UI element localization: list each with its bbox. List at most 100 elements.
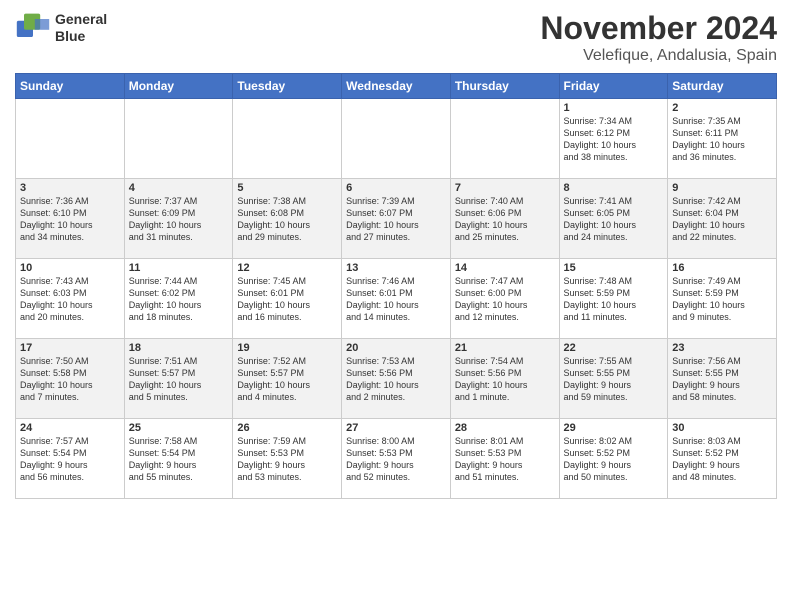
- day-number: 19: [237, 342, 337, 354]
- title-block: November 2024 Velefique, Andalusia, Spai…: [540, 10, 777, 65]
- day-info: Sunrise: 7:57 AM Sunset: 5:54 PM Dayligh…: [20, 435, 120, 484]
- day-number: 14: [455, 262, 555, 274]
- logo-line2: Blue: [55, 28, 107, 45]
- day-info: Sunrise: 7:35 AM Sunset: 6:11 PM Dayligh…: [672, 115, 772, 164]
- day-info: Sunrise: 7:40 AM Sunset: 6:06 PM Dayligh…: [455, 195, 555, 244]
- day-info: Sunrise: 7:46 AM Sunset: 6:01 PM Dayligh…: [346, 275, 446, 324]
- day-info: Sunrise: 7:44 AM Sunset: 6:02 PM Dayligh…: [129, 275, 229, 324]
- table-row: 1Sunrise: 7:34 AM Sunset: 6:12 PM Daylig…: [559, 99, 668, 179]
- day-number: 6: [346, 182, 446, 194]
- table-row: 29Sunrise: 8:02 AM Sunset: 5:52 PM Dayli…: [559, 419, 668, 499]
- table-row: 23Sunrise: 7:56 AM Sunset: 5:55 PM Dayli…: [668, 339, 777, 419]
- day-info: Sunrise: 7:58 AM Sunset: 5:54 PM Dayligh…: [129, 435, 229, 484]
- day-info: Sunrise: 7:37 AM Sunset: 6:09 PM Dayligh…: [129, 195, 229, 244]
- col-friday: Friday: [559, 74, 668, 99]
- day-number: 29: [564, 422, 664, 434]
- day-info: Sunrise: 8:03 AM Sunset: 5:52 PM Dayligh…: [672, 435, 772, 484]
- day-info: Sunrise: 7:36 AM Sunset: 6:10 PM Dayligh…: [20, 195, 120, 244]
- day-number: 28: [455, 422, 555, 434]
- day-number: 13: [346, 262, 446, 274]
- col-saturday: Saturday: [668, 74, 777, 99]
- day-number: 5: [237, 182, 337, 194]
- col-wednesday: Wednesday: [342, 74, 451, 99]
- calendar-week-2: 10Sunrise: 7:43 AM Sunset: 6:03 PM Dayli…: [16, 259, 777, 339]
- day-info: Sunrise: 7:55 AM Sunset: 5:55 PM Dayligh…: [564, 355, 664, 404]
- table-row: 12Sunrise: 7:45 AM Sunset: 6:01 PM Dayli…: [233, 259, 342, 339]
- table-row: 24Sunrise: 7:57 AM Sunset: 5:54 PM Dayli…: [16, 419, 125, 499]
- table-row: 5Sunrise: 7:38 AM Sunset: 6:08 PM Daylig…: [233, 179, 342, 259]
- day-info: Sunrise: 7:41 AM Sunset: 6:05 PM Dayligh…: [564, 195, 664, 244]
- day-info: Sunrise: 7:49 AM Sunset: 5:59 PM Dayligh…: [672, 275, 772, 324]
- calendar-week-0: 1Sunrise: 7:34 AM Sunset: 6:12 PM Daylig…: [16, 99, 777, 179]
- col-sunday: Sunday: [16, 74, 125, 99]
- day-info: Sunrise: 7:56 AM Sunset: 5:55 PM Dayligh…: [672, 355, 772, 404]
- day-number: 20: [346, 342, 446, 354]
- calendar-table: Sunday Monday Tuesday Wednesday Thursday…: [15, 73, 777, 499]
- header: General Blue November 2024 Velefique, An…: [15, 10, 777, 65]
- col-tuesday: Tuesday: [233, 74, 342, 99]
- table-row: 22Sunrise: 7:55 AM Sunset: 5:55 PM Dayli…: [559, 339, 668, 419]
- day-number: 24: [20, 422, 120, 434]
- day-info: Sunrise: 7:34 AM Sunset: 6:12 PM Dayligh…: [564, 115, 664, 164]
- table-row: 21Sunrise: 7:54 AM Sunset: 5:56 PM Dayli…: [450, 339, 559, 419]
- table-row: 4Sunrise: 7:37 AM Sunset: 6:09 PM Daylig…: [124, 179, 233, 259]
- day-info: Sunrise: 7:52 AM Sunset: 5:57 PM Dayligh…: [237, 355, 337, 404]
- table-row: [16, 99, 125, 179]
- day-info: Sunrise: 8:00 AM Sunset: 5:53 PM Dayligh…: [346, 435, 446, 484]
- calendar-week-4: 24Sunrise: 7:57 AM Sunset: 5:54 PM Dayli…: [16, 419, 777, 499]
- table-row: 25Sunrise: 7:58 AM Sunset: 5:54 PM Dayli…: [124, 419, 233, 499]
- table-row: 8Sunrise: 7:41 AM Sunset: 6:05 PM Daylig…: [559, 179, 668, 259]
- table-row: 11Sunrise: 7:44 AM Sunset: 6:02 PM Dayli…: [124, 259, 233, 339]
- day-number: 10: [20, 262, 120, 274]
- day-info: Sunrise: 7:43 AM Sunset: 6:03 PM Dayligh…: [20, 275, 120, 324]
- day-number: 25: [129, 422, 229, 434]
- day-info: Sunrise: 7:59 AM Sunset: 5:53 PM Dayligh…: [237, 435, 337, 484]
- day-number: 16: [672, 262, 772, 274]
- day-number: 17: [20, 342, 120, 354]
- table-row: [450, 99, 559, 179]
- table-row: 28Sunrise: 8:01 AM Sunset: 5:53 PM Dayli…: [450, 419, 559, 499]
- table-row: [124, 99, 233, 179]
- day-number: 22: [564, 342, 664, 354]
- table-row: 7Sunrise: 7:40 AM Sunset: 6:06 PM Daylig…: [450, 179, 559, 259]
- calendar-week-3: 17Sunrise: 7:50 AM Sunset: 5:58 PM Dayli…: [16, 339, 777, 419]
- day-number: 27: [346, 422, 446, 434]
- day-info: Sunrise: 7:53 AM Sunset: 5:56 PM Dayligh…: [346, 355, 446, 404]
- logo-icon: [15, 10, 51, 46]
- day-number: 18: [129, 342, 229, 354]
- day-info: Sunrise: 7:48 AM Sunset: 5:59 PM Dayligh…: [564, 275, 664, 324]
- day-number: 4: [129, 182, 229, 194]
- day-number: 2: [672, 102, 772, 114]
- table-row: 20Sunrise: 7:53 AM Sunset: 5:56 PM Dayli…: [342, 339, 451, 419]
- table-row: 17Sunrise: 7:50 AM Sunset: 5:58 PM Dayli…: [16, 339, 125, 419]
- day-info: Sunrise: 7:39 AM Sunset: 6:07 PM Dayligh…: [346, 195, 446, 244]
- table-row: 26Sunrise: 7:59 AM Sunset: 5:53 PM Dayli…: [233, 419, 342, 499]
- table-row: [342, 99, 451, 179]
- table-row: 27Sunrise: 8:00 AM Sunset: 5:53 PM Dayli…: [342, 419, 451, 499]
- day-number: 3: [20, 182, 120, 194]
- day-number: 9: [672, 182, 772, 194]
- table-row: 10Sunrise: 7:43 AM Sunset: 6:03 PM Dayli…: [16, 259, 125, 339]
- day-number: 15: [564, 262, 664, 274]
- day-info: Sunrise: 7:51 AM Sunset: 5:57 PM Dayligh…: [129, 355, 229, 404]
- day-number: 21: [455, 342, 555, 354]
- day-info: Sunrise: 8:01 AM Sunset: 5:53 PM Dayligh…: [455, 435, 555, 484]
- day-number: 30: [672, 422, 772, 434]
- table-row: 6Sunrise: 7:39 AM Sunset: 6:07 PM Daylig…: [342, 179, 451, 259]
- day-number: 8: [564, 182, 664, 194]
- calendar-title: November 2024: [540, 10, 777, 47]
- day-number: 12: [237, 262, 337, 274]
- day-number: 23: [672, 342, 772, 354]
- calendar-week-1: 3Sunrise: 7:36 AM Sunset: 6:10 PM Daylig…: [16, 179, 777, 259]
- table-row: 2Sunrise: 7:35 AM Sunset: 6:11 PM Daylig…: [668, 99, 777, 179]
- table-row: 13Sunrise: 7:46 AM Sunset: 6:01 PM Dayli…: [342, 259, 451, 339]
- calendar-subtitle: Velefique, Andalusia, Spain: [540, 47, 777, 65]
- day-info: Sunrise: 7:54 AM Sunset: 5:56 PM Dayligh…: [455, 355, 555, 404]
- table-row: 14Sunrise: 7:47 AM Sunset: 6:00 PM Dayli…: [450, 259, 559, 339]
- logo: General Blue: [15, 10, 107, 46]
- table-row: 15Sunrise: 7:48 AM Sunset: 5:59 PM Dayli…: [559, 259, 668, 339]
- day-number: 26: [237, 422, 337, 434]
- day-info: Sunrise: 8:02 AM Sunset: 5:52 PM Dayligh…: [564, 435, 664, 484]
- table-row: 3Sunrise: 7:36 AM Sunset: 6:10 PM Daylig…: [16, 179, 125, 259]
- logo-text: General Blue: [55, 11, 107, 45]
